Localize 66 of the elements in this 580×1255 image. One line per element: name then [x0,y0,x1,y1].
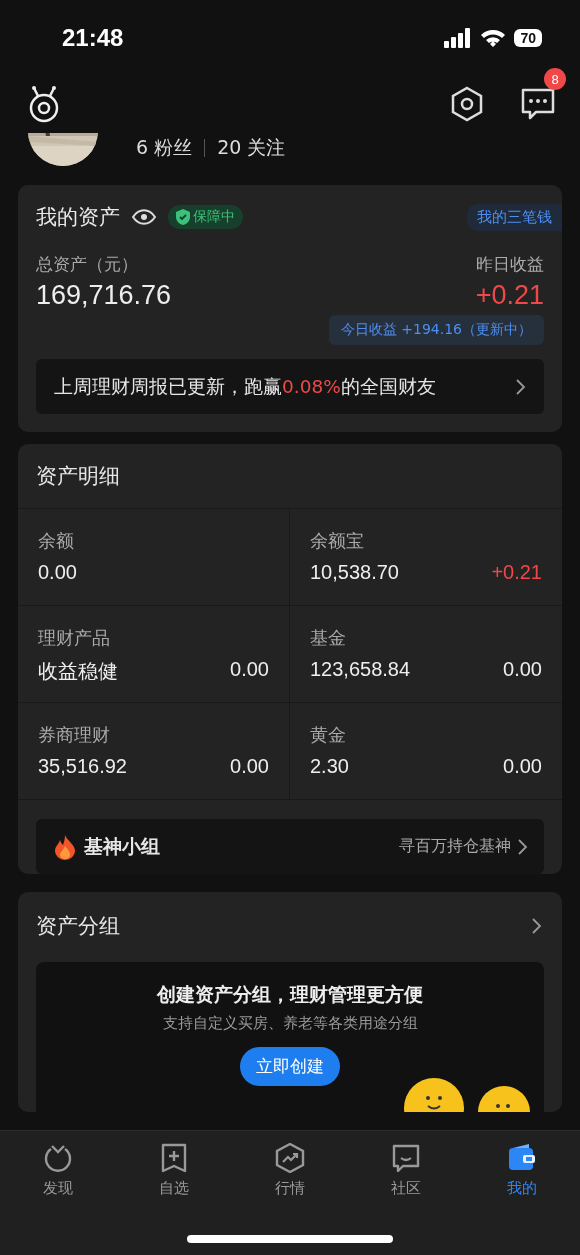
asset-value: 10,538.70 [310,561,399,584]
asset-cell[interactable]: 余额 0.00 [18,509,290,606]
today-earnings-pill[interactable]: 今日收益 +194.16（更新中） [328,315,544,345]
asset-label: 黄金 [310,723,347,747]
wifi-icon [480,27,507,48]
create-button[interactable]: 立即创建 [240,1047,340,1086]
weekly-report-banner[interactable]: 上周理财周报已更新，跑赢0.08%的全国财友 [36,359,544,414]
status-time: 21:48 [62,23,124,52]
chevron-icon[interactable] [531,917,542,935]
shield-icon [176,209,190,225]
card-title: 资产明细 [36,464,120,488]
asset-cell[interactable]: 余额宝 10,538.70 +0.21 [290,509,562,606]
fans-count[interactable]: 6 粉丝 [136,135,193,161]
asset-cell[interactable]: 基金 123,658.84 0.00 [290,606,562,703]
asset-change: 0.00 [503,755,542,778]
fund-group-hint: 寻百万持仓基神 [399,836,511,857]
fund-group-title: 基神小组 [84,833,160,859]
tab-item[interactable]: 我的 [464,1143,580,1211]
total-assets-label: 总资产（元） [36,253,139,276]
promo-title: 创建资产分组，理财管理更方便 [157,982,423,1007]
asset-value: 123,658.84 [310,658,411,681]
asset-label: 余额 [38,529,75,553]
card-title: 资产分组 [36,913,120,940]
yesterday-earnings-value: +0.21 [475,280,544,311]
tab-item[interactable]: 自选 [116,1143,232,1211]
flame-icon [54,833,76,860]
chevron-icon [517,837,528,856]
wallet-icon [507,1143,537,1173]
following-count[interactable]: 20 关注 [217,135,286,161]
asset-label: 基金 [310,626,347,650]
trend-hexagon-icon [275,1143,305,1173]
weekly-report-text: 上周理财周报已更新，跑赢0.08%的全国财友 [54,375,436,399]
battery-indicator: 70 [514,28,542,47]
promo-subtitle: 支持自定义买房、养老等各类用途分组 [162,1014,418,1033]
asset-value: 收益稳健 [38,659,118,684]
bookmark-plus-icon [159,1143,189,1173]
asset-cell[interactable]: 券商理财 35,516.92 0.00 [18,703,290,800]
asset-label: 券商理财 [38,723,111,747]
fund-group-row[interactable]: 基神小组 寻百万持仓基神 [36,819,544,874]
chat-bubble-icon [391,1143,421,1173]
protection-text: 保障中 [193,208,235,226]
asset-value: 35,516.92 [38,755,127,778]
asset-change: 0.00 [230,755,269,778]
eye-icon[interactable] [132,209,156,225]
tab-item[interactable]: 社区 [348,1143,464,1211]
asset-value: 2.30 [310,755,349,778]
asset-value: 0.00 [38,561,77,584]
signal-icon [444,27,473,48]
asset-label: 理财产品 [38,626,111,650]
message-icon[interactable] [520,86,556,122]
settings-icon[interactable] [450,86,484,122]
three-money-link[interactable]: 我的三笔钱 [467,203,562,231]
asset-change: +0.21 [491,561,542,584]
total-assets-value: 169,716.76 [36,280,172,311]
chevron-icon [515,377,526,396]
tab-item[interactable]: 发现 [0,1143,116,1211]
asset-label: 余额宝 [310,529,365,553]
asset-cell[interactable]: 黄金 2.30 0.00 [290,703,562,800]
asset-change: 0.00 [230,658,269,682]
asset-change: 0.00 [503,658,542,681]
asset-cell[interactable]: 理财产品 收益稳健 0.00 [18,606,290,703]
message-badge: 8 [544,68,566,90]
clock-icon [43,1143,73,1173]
tab-item[interactable]: 行情 [232,1143,348,1211]
card-title: 我的资产 [36,204,120,231]
yesterday-earnings-label: 昨日收益 [476,253,544,276]
